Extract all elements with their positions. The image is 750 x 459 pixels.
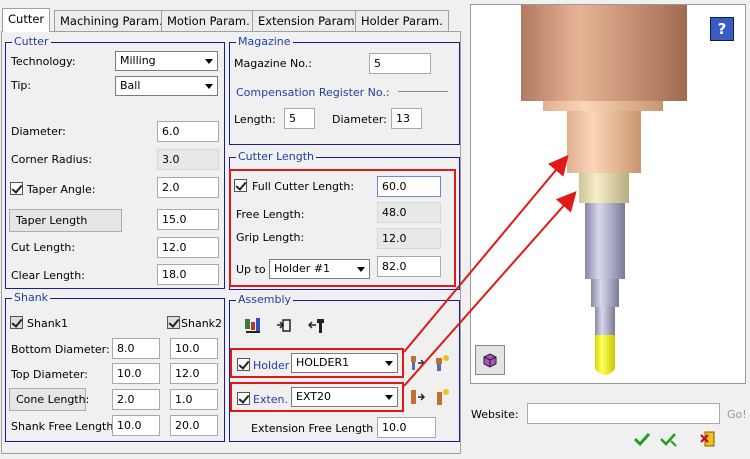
website-input[interactable] <box>527 403 720 424</box>
ok-check-icon[interactable] <box>631 428 653 450</box>
go-button[interactable]: Go! <box>727 408 747 421</box>
holder-arrow <box>403 154 569 353</box>
apply-check-icon[interactable] <box>657 428 679 450</box>
extension-arrow <box>403 191 577 387</box>
annotation-arrows <box>403 154 577 387</box>
exit-icon[interactable] <box>697 428 719 450</box>
website-label: Website: <box>471 408 519 421</box>
tab-cutter[interactable]: Cutter <box>2 8 51 32</box>
